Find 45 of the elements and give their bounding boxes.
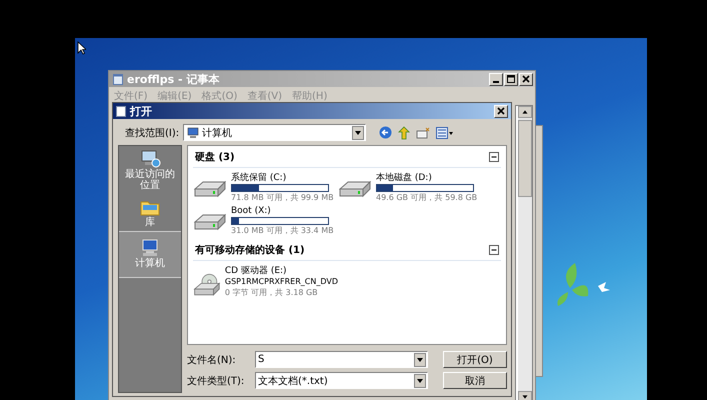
drive-name[interactable]: 系统保留 (C:)	[231, 173, 334, 184]
new-folder-icon	[416, 126, 430, 138]
group-header: 有可移动存储的设备 (1)	[195, 244, 305, 257]
open-button[interactable]: 打开(O)	[443, 351, 507, 368]
look-in-value: 计算机	[202, 126, 234, 140]
file-name-field[interactable]: S	[255, 351, 428, 368]
dialog-title: 打开	[130, 104, 153, 118]
window-title: erofflps - 记事本	[127, 72, 220, 86]
volume-label: GSP1RMCPRXFRER_CN_DVD	[224, 277, 338, 287]
minimize-icon	[493, 81, 499, 83]
notepad-icon	[113, 74, 123, 84]
look-in-label: 查找范围(I):	[125, 126, 180, 140]
computer-icon	[186, 126, 200, 138]
collapse-icon[interactable]	[489, 152, 499, 162]
document-icon	[116, 106, 126, 116]
file-type-dropdown[interactable]: 文本文档(*.txt)	[255, 372, 428, 389]
drive-name[interactable]: Boot (X:)	[231, 206, 334, 217]
mouse-pointer-icon	[77, 41, 86, 55]
up-folder-arrow-icon	[398, 126, 410, 140]
group-header: 硬盘 (3)	[195, 150, 235, 164]
collapse-icon[interactable]	[489, 245, 499, 255]
cancel-button[interactable]: 取消	[443, 372, 507, 389]
free-space-text: 49.6 GB 可用，共 59.8 GB	[376, 192, 478, 203]
minimize-button[interactable]	[489, 72, 503, 86]
scroll-up-icon	[518, 106, 532, 118]
close-button[interactable]	[519, 72, 533, 86]
computer-clock-icon	[139, 149, 161, 169]
close-button[interactable]	[494, 104, 508, 118]
view-menu-icon	[436, 126, 454, 138]
look-in-dropdown[interactable]: 计算机	[183, 124, 366, 141]
close-icon	[497, 107, 505, 115]
maximize-icon	[507, 75, 515, 83]
drive-name[interactable]: 本地磁盘 (D:)	[376, 173, 478, 184]
scroll-thumb[interactable]	[518, 120, 532, 197]
free-space-text: 0 字节 可用，共 3.18 GB	[224, 287, 319, 298]
place-item[interactable]: 库	[119, 194, 181, 231]
free-space-text: 31.0 MB 可用，共 33.4 MB	[231, 225, 334, 236]
drive-name[interactable]: CD 驱动器 (E:)	[224, 266, 338, 277]
maximize-button[interactable]	[504, 72, 518, 86]
place-item[interactable]: 最近访问的位置	[119, 146, 181, 194]
close-icon	[522, 75, 530, 83]
file-name-label: 文件名(N):	[187, 354, 237, 366]
scrollbar[interactable]	[518, 106, 532, 400]
free-space-text: 71.8 MB 可用，共 99.9 MB	[231, 192, 334, 203]
file-type-label: 文件类型(T):	[187, 374, 246, 388]
